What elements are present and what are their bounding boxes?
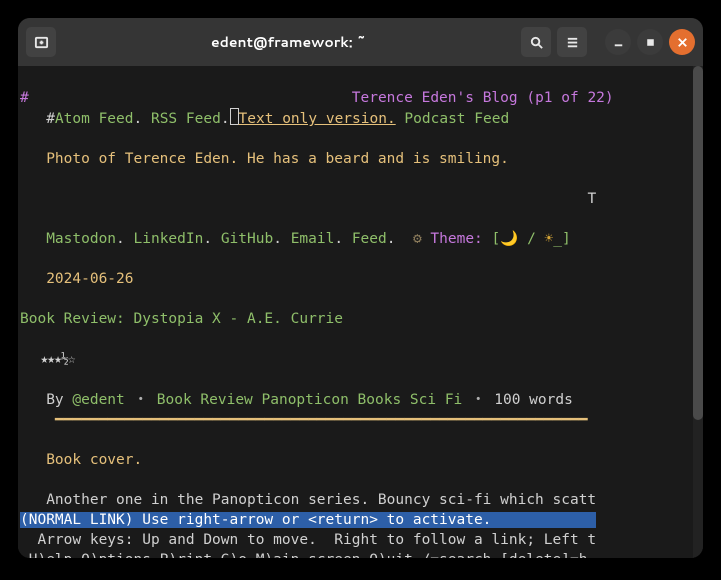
by-prefix: By — [20, 392, 72, 408]
scrollbar[interactable] — [693, 66, 703, 558]
window-title: edent@framework: ~ — [62, 32, 515, 52]
dot: ・ — [462, 392, 494, 408]
dot: . — [134, 111, 151, 127]
podcast-link[interactable]: Podcast Feed — [404, 111, 509, 127]
terminal-window: edent@framework: ~ # Terence Eden's Blog… — [18, 18, 703, 558]
terminal-content[interactable]: # Terence Eden's Blog (p1 of 22) #Atom F… — [18, 66, 703, 558]
search-button[interactable] — [521, 27, 551, 57]
minimize-button[interactable] — [605, 29, 631, 55]
menu-button[interactable] — [557, 27, 587, 57]
dot: . — [116, 231, 133, 247]
theme-sep: / — [527, 231, 536, 247]
lynx-help-1: Arrow keys: Up and Down to move. Right t… — [20, 532, 596, 548]
mastodon-link[interactable]: Mastodon — [46, 231, 116, 247]
word-count: 100 words — [494, 392, 573, 408]
scrollbar-thumb[interactable] — [693, 66, 703, 420]
sp — [483, 231, 492, 247]
spacer — [20, 191, 587, 207]
close-button[interactable] — [669, 29, 695, 55]
bracket-open: [ — [492, 231, 501, 247]
bracket-close: _] — [553, 231, 570, 247]
gear-icon: ⚙ — [413, 231, 422, 247]
dot: . — [203, 231, 220, 247]
dot: . — [221, 111, 230, 127]
maximize-button[interactable] — [637, 29, 663, 55]
horizontal-rule: ━━━━━━━━━━━━━━━━━━━━━━━━━━━━━━━━━━━━━━━━… — [20, 412, 587, 428]
sp — [518, 231, 527, 247]
cursor — [230, 108, 239, 125]
feed-link[interactable]: Feed — [352, 231, 387, 247]
post-date: 2024-06-26 — [20, 271, 134, 287]
star-rating: ★★★½☆ — [20, 352, 75, 367]
theme-label: Theme: — [430, 231, 482, 247]
email-link[interactable]: Email — [291, 231, 335, 247]
rss-link[interactable]: RSS Feed — [151, 111, 221, 127]
indent — [20, 231, 46, 247]
sun-icon[interactable]: ☀ — [545, 231, 554, 247]
marquee: T — [587, 191, 596, 207]
cover-alt: Book cover. — [20, 452, 142, 468]
status-pad — [491, 512, 596, 528]
github-link[interactable]: GitHub — [221, 231, 273, 247]
dot: . — [387, 231, 413, 247]
sp — [536, 231, 545, 247]
author-link[interactable]: @edent — [72, 392, 124, 408]
new-tab-button[interactable] — [26, 27, 56, 57]
tags-link[interactable]: Book Review Panopticon Books Sci Fi — [157, 392, 463, 408]
lynx-status: (NORMAL LINK) Use right-arrow or <return… — [20, 512, 491, 528]
spacer — [29, 90, 352, 106]
feeds-prefix: # — [20, 111, 55, 127]
dot: ・ — [125, 392, 157, 408]
photo-alt: Photo of Terence Eden. He has a beard an… — [20, 151, 509, 167]
excerpt: Another one in the Panopticon series. Bo… — [20, 492, 596, 508]
atom-link[interactable]: Atom Feed — [55, 111, 134, 127]
dot: . — [334, 231, 351, 247]
linkedin-link[interactable]: LinkedIn — [134, 231, 204, 247]
page-header: Terence Eden's Blog (p1 of 22) — [352, 90, 614, 106]
hash-marker: # — [20, 90, 29, 106]
dot: . — [273, 231, 290, 247]
post-title[interactable]: Book Review: Dystopia X - A.E. Currie — [20, 311, 343, 327]
moon-icon[interactable]: 🌙 — [500, 231, 518, 247]
lynx-help-2: H)elp O)ptions P)rint G)o M)ain screen Q… — [20, 552, 587, 558]
text-only-link[interactable]: Text only version. — [239, 111, 396, 127]
titlebar: edent@framework: ~ — [18, 18, 703, 66]
